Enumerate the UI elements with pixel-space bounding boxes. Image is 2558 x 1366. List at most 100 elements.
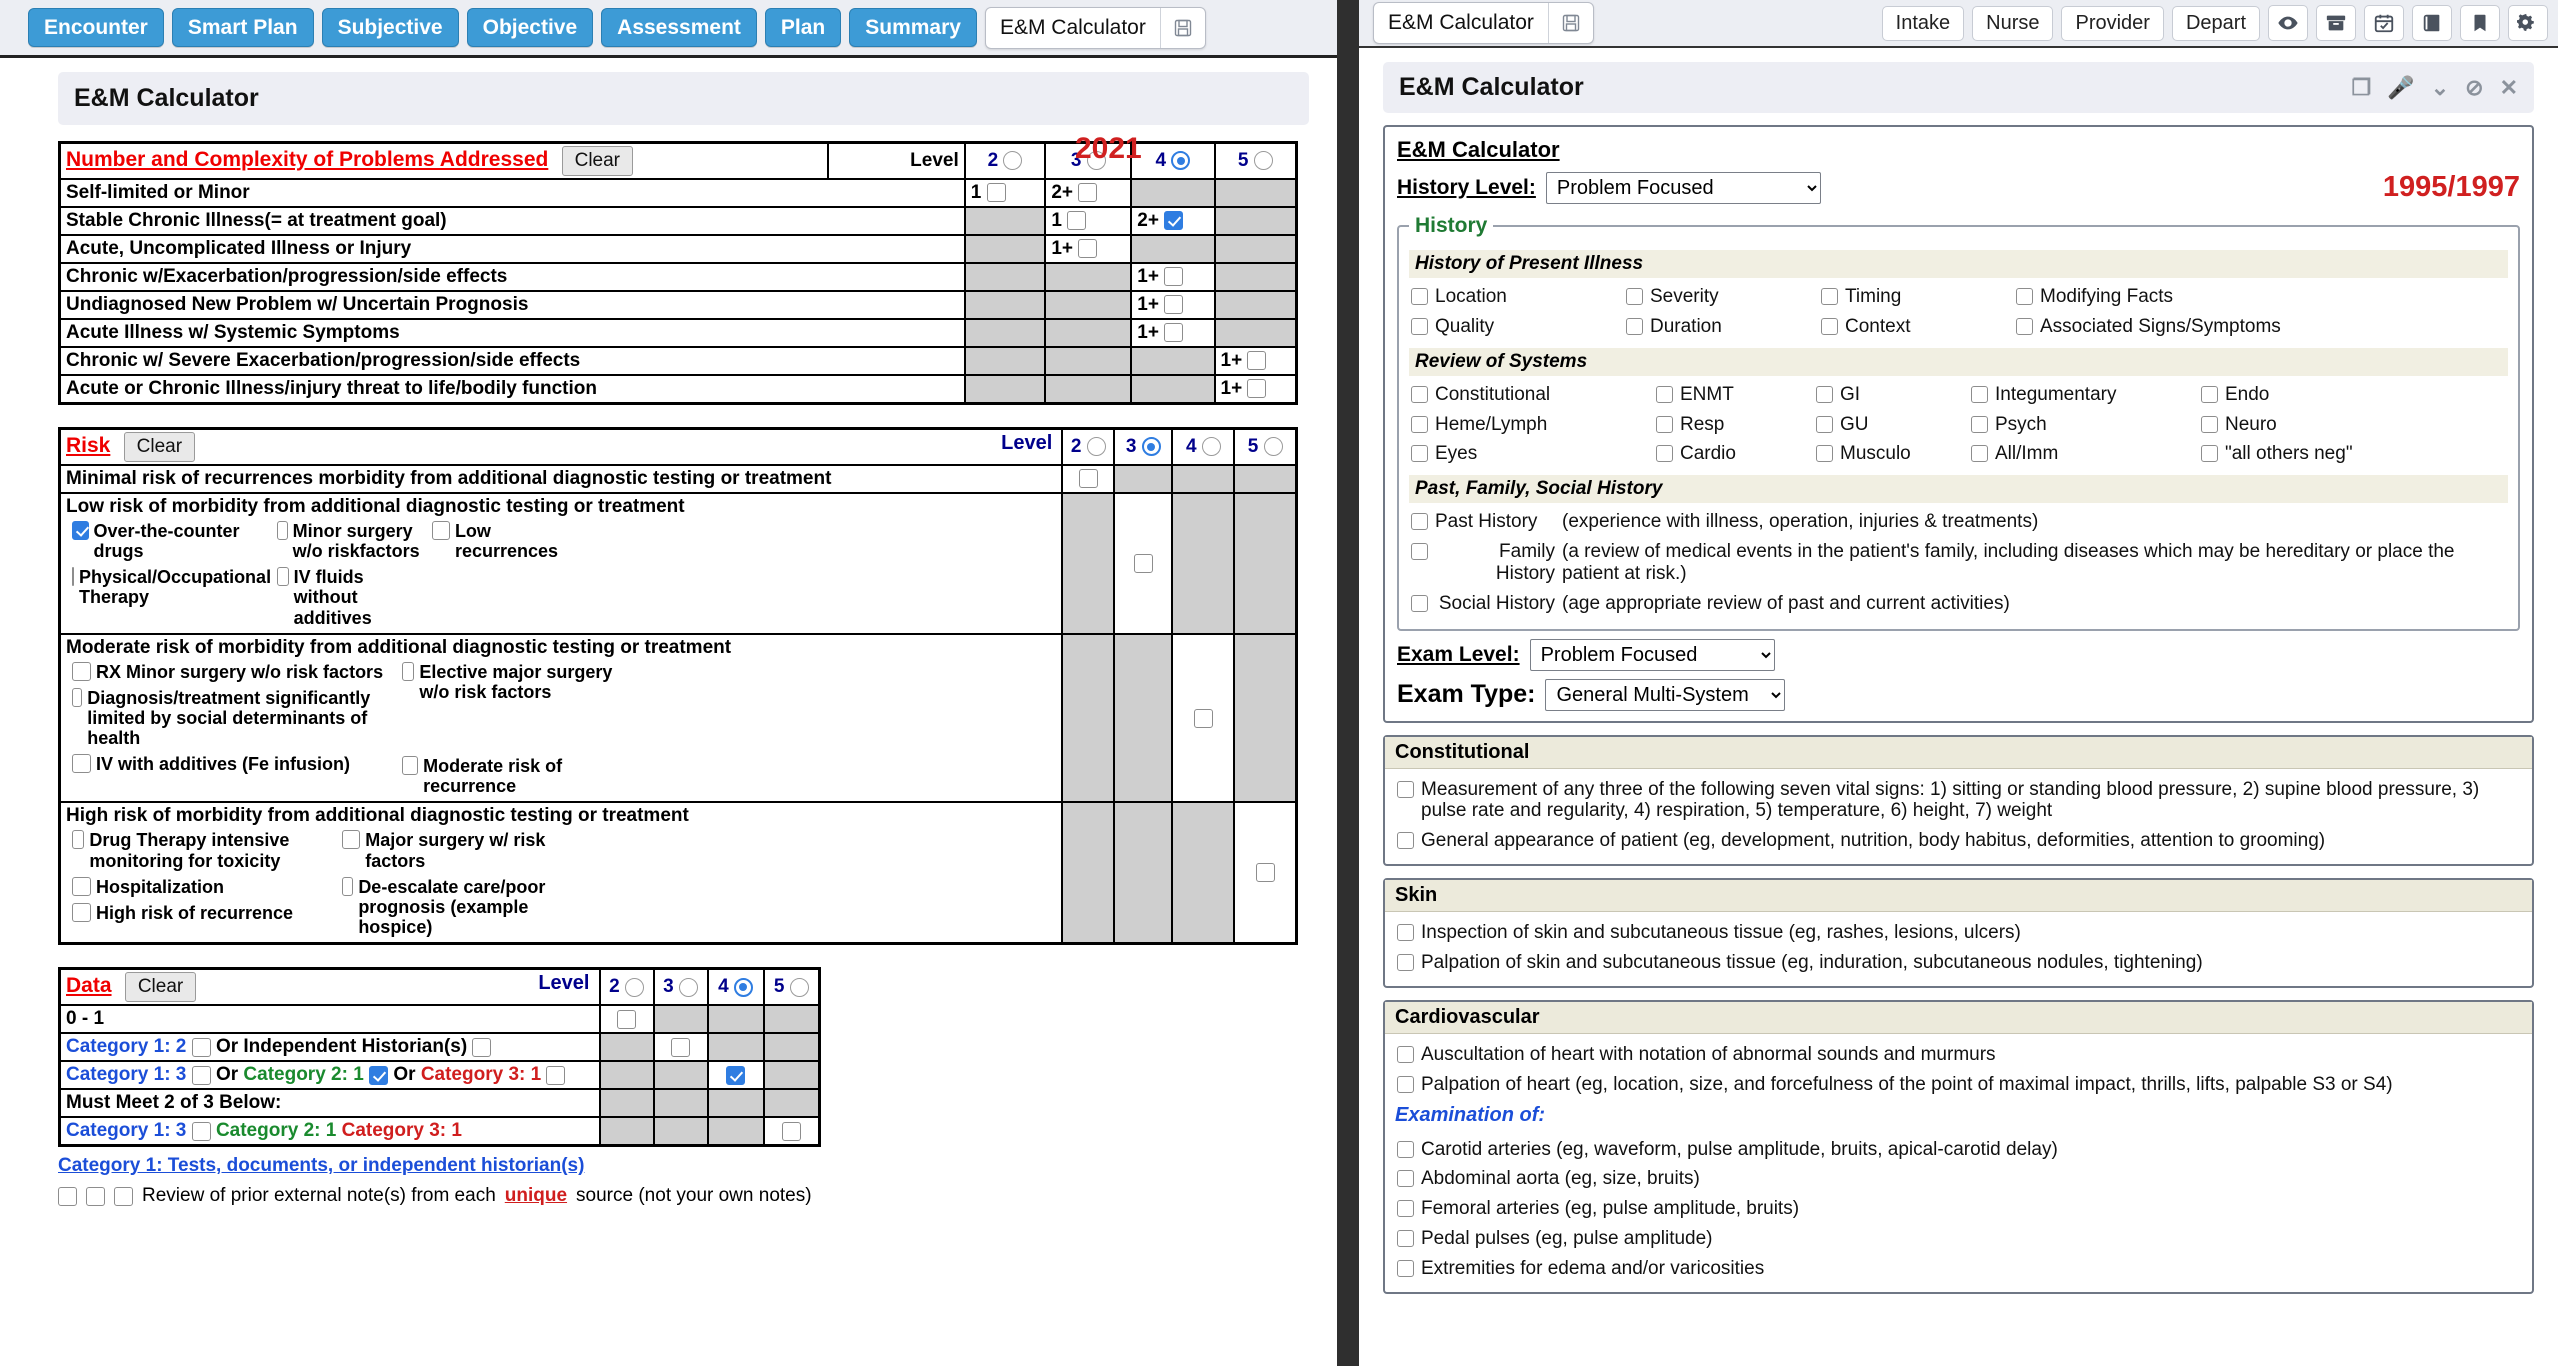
archive-icon[interactable] — [2316, 5, 2356, 41]
risk-option[interactable]: Elective major surgery w/o risk factors — [396, 659, 626, 705]
row-inline-checkbox[interactable] — [191, 1121, 211, 1141]
exam-item[interactable]: Inspection of skin and subcutaneous tiss… — [1395, 918, 2522, 948]
data-level-3-radio[interactable] — [678, 977, 698, 997]
tab-assessment[interactable]: Assessment — [601, 7, 757, 48]
exam-item-checkbox[interactable] — [1397, 1075, 1414, 1093]
data-level-2-radio[interactable] — [624, 977, 644, 997]
risk-mark-cell[interactable] — [1061, 464, 1116, 494]
exam-item-checkbox[interactable] — [1397, 1200, 1414, 1218]
row-inline-checkbox[interactable] — [191, 1065, 211, 1085]
level-4-radio[interactable] — [1171, 151, 1191, 171]
exam-item-checkbox[interactable] — [1397, 832, 1414, 850]
cell-checkbox[interactable] — [671, 1037, 690, 1057]
row-cell[interactable]: 1+ — [1130, 262, 1216, 292]
risk-level-4-radio[interactable] — [1201, 437, 1221, 457]
ros-gi-checkbox[interactable] — [1816, 385, 1833, 403]
risk-option[interactable]: IV with additives (Fe infusion) — [66, 751, 396, 777]
risk-option-checkbox[interactable] — [342, 876, 354, 896]
intake-button[interactable]: Intake — [1881, 5, 1965, 41]
hpi-severity-checkbox[interactable] — [1626, 288, 1643, 305]
gear-icon[interactable] — [2508, 5, 2548, 41]
exam-item-checkbox[interactable] — [1397, 953, 1414, 971]
ros-item-endo[interactable]: Endo — [2199, 380, 2271, 410]
exam-item[interactable]: Auscultation of heart with notation of a… — [1395, 1040, 2522, 1070]
hpi-item-context[interactable]: Context — [1819, 312, 2014, 342]
book-icon[interactable] — [2412, 5, 2452, 41]
risk-option-checkbox[interactable] — [72, 567, 74, 587]
risk-option-checkbox[interactable] — [72, 876, 91, 896]
risk-mark-cell[interactable] — [1171, 632, 1236, 804]
risk-mark-checkbox[interactable] — [1133, 553, 1153, 573]
provider-button[interactable]: Provider — [2061, 5, 2164, 41]
ros-psych-checkbox[interactable] — [1971, 415, 1988, 433]
pfsh-social-history-checkbox[interactable] — [1411, 594, 1428, 612]
ros-integumentary-checkbox[interactable] — [1971, 385, 1988, 403]
row-cell[interactable]: 1+ — [1130, 318, 1216, 348]
exam-item-checkbox[interactable] — [1397, 1170, 1414, 1188]
prohibit-icon[interactable]: ⊘ — [2465, 75, 2483, 101]
risk-mark-cell[interactable] — [1233, 801, 1298, 945]
risk-option-checkbox[interactable] — [342, 830, 361, 850]
data-level-3[interactable]: 3 — [652, 967, 709, 1007]
risk-option-checkbox[interactable] — [72, 902, 91, 922]
risk-mark-checkbox[interactable] — [1193, 708, 1213, 728]
level-5-radio[interactable] — [1253, 151, 1273, 171]
row-inline-checkbox[interactable] — [191, 1037, 211, 1057]
row-cell[interactable]: 1+ — [1213, 374, 1298, 405]
risk-option-checkbox[interactable] — [72, 830, 85, 850]
history-level-select[interactable]: Problem Focused — [1545, 171, 1821, 204]
risk-level-3[interactable]: 3 — [1113, 427, 1174, 466]
tab-encounter[interactable]: Encounter — [28, 7, 164, 48]
cell-checkbox-checked[interactable] — [1164, 211, 1184, 231]
exam-item-checkbox[interactable] — [1397, 924, 1414, 942]
risk-option[interactable]: Low recurrences — [426, 518, 596, 564]
row-cell[interactable]: 1+ — [1130, 290, 1216, 320]
ros-item-musculo[interactable]: Musculo — [1814, 439, 1969, 469]
tab-plan[interactable]: Plan — [764, 7, 842, 48]
risk-option[interactable]: IV fluids without additives — [271, 564, 426, 630]
ros-neuro-checkbox[interactable] — [2201, 415, 2218, 433]
risk-option-checkbox[interactable] — [72, 754, 91, 774]
risk-option[interactable]: Physical/Occupational Therapy — [66, 564, 271, 610]
cell-checkbox[interactable] — [617, 1009, 636, 1029]
hpi-context-checkbox[interactable] — [1821, 317, 1838, 335]
category1-link[interactable]: Category 1: Tests, documents, or indepen… — [58, 1155, 584, 1176]
hpi-item-associated-signs[interactable]: Associated Signs/Symptoms — [2014, 312, 2283, 342]
risk-option[interactable]: De-escalate care/poor prognosis (example… — [336, 874, 606, 940]
hpi-duration-checkbox[interactable] — [1626, 317, 1643, 335]
hpi-item-modifying-facts[interactable]: Modifying Facts — [2014, 282, 2175, 312]
risk-clear-button[interactable]: Clear — [123, 432, 196, 462]
risk-option[interactable]: Over-the-counter drugs — [66, 518, 271, 564]
pfsh-item-social-history[interactable]: Social History (age appropriate review o… — [1409, 589, 2508, 619]
save-icon[interactable] — [1549, 3, 1593, 43]
ros-all-imm-checkbox[interactable] — [1971, 445, 1988, 463]
nurse-button[interactable]: Nurse — [1972, 5, 2054, 41]
save-icon[interactable] — [1161, 8, 1205, 48]
risk-level-3-radio[interactable] — [1141, 437, 1161, 457]
risk-option[interactable]: Diagnosis/treatment significantly limite… — [66, 685, 396, 751]
ros-resp-checkbox[interactable] — [1656, 415, 1673, 433]
risk-option[interactable]: Minor surgery w/o riskfactors — [271, 518, 426, 564]
hpi-item-severity[interactable]: Severity — [1624, 282, 1819, 312]
ros-endo-checkbox[interactable] — [2201, 385, 2218, 403]
exam-item[interactable]: General appearance of patient (eg, devel… — [1395, 826, 2522, 856]
risk-option-checkbox[interactable] — [72, 687, 83, 707]
data-title[interactable]: Data — [66, 974, 112, 997]
ros-item-eyes[interactable]: Eyes — [1409, 439, 1654, 469]
risk-option[interactable]: RX Minor surgery w/o risk factors — [66, 659, 396, 685]
problems-clear-button[interactable]: Clear — [561, 146, 634, 176]
risk-level-2-radio[interactable] — [1086, 437, 1106, 457]
ros-item-neuro[interactable]: Neuro — [2199, 410, 2279, 440]
risk-level-5[interactable]: 5 — [1233, 427, 1298, 466]
row-cell[interactable]: 2+ — [1130, 206, 1216, 236]
risk-mark-checkbox[interactable] — [1255, 863, 1275, 883]
row-cell[interactable]: 1 — [963, 178, 1047, 208]
ros-item-integumentary[interactable]: Integumentary — [1969, 380, 2199, 410]
pfsh-item-past-history[interactable]: Past History (experience with illness, o… — [1409, 507, 2508, 537]
exam-level-select[interactable]: Problem Focused — [1529, 638, 1775, 671]
risk-mark-checkbox[interactable] — [1078, 469, 1098, 489]
eye-icon[interactable] — [2268, 5, 2308, 41]
data-level-5[interactable]: 5 — [762, 967, 821, 1007]
problems-title[interactable]: Number and Complexity of Problems Addres… — [66, 148, 548, 171]
exam-item[interactable]: Abdominal aorta (eg, size, bruits) — [1395, 1164, 2522, 1194]
